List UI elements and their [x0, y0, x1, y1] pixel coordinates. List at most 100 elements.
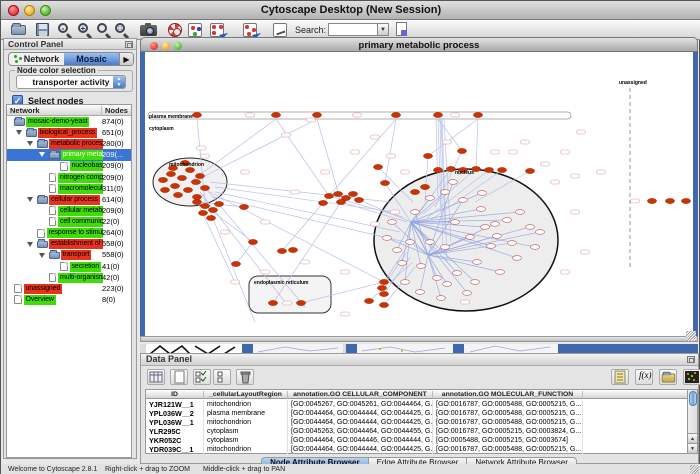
notes-icon[interactable]	[611, 369, 629, 385]
expand-arrow-icon[interactable]	[27, 242, 33, 247]
column-header[interactable]: _cellularLayoutRegion	[204, 391, 288, 399]
group-label: Node color selection	[15, 66, 98, 75]
tab-network[interactable]: Network	[9, 53, 64, 65]
layout-2-icon[interactable]	[242, 22, 259, 38]
tree-row[interactable]: Overview8(0)	[7, 294, 131, 305]
select-attributes-icon[interactable]	[193, 369, 211, 385]
matrix-icon[interactable]	[683, 369, 700, 385]
expand-arrow-icon[interactable]	[27, 197, 33, 202]
open-icon[interactable]	[10, 22, 27, 38]
tree-label[interactable]: establishment of lo	[49, 239, 103, 249]
help-lifesaver-icon[interactable]	[167, 22, 184, 38]
resize-grip-icon[interactable]	[686, 331, 696, 341]
svg-text:unassigned: unassigned	[619, 80, 647, 86]
tree-label[interactable]: secretion	[70, 262, 102, 272]
table-cell: [GO:0045263, GO:0044464, GO:0044455, G..…	[288, 427, 433, 436]
tree-label[interactable]: nucleobase-	[70, 161, 104, 171]
layout-1-icon[interactable]	[209, 22, 226, 38]
zoom-selected-icon[interactable]	[96, 22, 113, 38]
tree-row[interactable]: cellular metabo209(0)	[7, 205, 131, 216]
annotation-icon[interactable]	[272, 22, 289, 38]
float-panel-icon[interactable]	[125, 41, 133, 48]
tree-header[interactable]: Network Nodes	[7, 105, 131, 116]
window-resize-grip[interactable]	[690, 465, 699, 474]
window-titlebar[interactable]: Cytoscape Desktop (New Session)	[1, 1, 700, 20]
import-folder-icon[interactable]	[659, 369, 677, 385]
scrollbar-thumb[interactable]	[689, 391, 697, 406]
zoom-fit-icon[interactable]: □	[114, 22, 131, 38]
tree-row[interactable]: unassigned223(0)	[7, 283, 131, 294]
table-row[interactable]: YPL036W__1mitochondrion[GO:0044464, GO:0…	[146, 418, 687, 427]
tree-row[interactable]: nitrogen compo209(0)	[7, 172, 131, 183]
network-canvas[interactable]: plasma membranecytoplasmmitochondrionnuc…	[140, 52, 698, 336]
expand-arrow-icon[interactable]	[16, 130, 22, 135]
table-scrollbar[interactable]: ▲ ▼	[687, 389, 698, 454]
tree-row[interactable]: cellular process614(0)	[7, 194, 131, 205]
node-count: 280(0)	[102, 139, 124, 149]
expand-arrow-icon[interactable]	[39, 253, 45, 258]
table-cell: [GO:0044464, GO:0044444, GO:0044425, G..…	[288, 409, 433, 418]
delete-attribute-icon[interactable]	[236, 369, 254, 385]
table-row[interactable]: YPL036W__2plasma membrane[GO:0044464, GO…	[146, 409, 687, 418]
zoom-out-icon[interactable]: -	[57, 22, 74, 38]
tree-label[interactable]: unassigned	[24, 284, 63, 294]
table-cell: YJR121W__1	[146, 400, 204, 409]
network-window-titlebar[interactable]: primary metabolic process	[140, 37, 698, 52]
new-attribute-icon[interactable]	[170, 369, 188, 385]
tree-label[interactable]: cell communicat	[58, 217, 103, 227]
tab-overflow-arrow[interactable]: ▶	[119, 53, 133, 65]
search-dropdown-arrow[interactable]: ▼	[378, 23, 389, 36]
status-welcome: Welcome to Cytoscape 2.8.1	[8, 466, 97, 473]
search-config-icon[interactable]	[393, 22, 410, 38]
tree-row[interactable]: nucleobase-209(0)	[7, 161, 131, 172]
tab-mosaic[interactable]: Mosaic	[64, 53, 119, 65]
tree-row[interactable]: biological_process651(0)	[7, 127, 131, 138]
background-windows	[140, 342, 698, 353]
tree-row[interactable]: macromolecule311(0)	[7, 183, 131, 194]
column-header[interactable]: annotation.GO MOLECULAR_FUNCTION	[433, 391, 583, 399]
tree-label[interactable]: response to stimulu	[47, 228, 104, 238]
unselect-attributes-icon[interactable]	[213, 369, 231, 385]
zoom-in-icon[interactable]: +	[77, 22, 94, 38]
tree-label[interactable]: nitrogen compo	[58, 173, 103, 183]
tree-label[interactable]: macromolecule	[58, 184, 103, 194]
tree-label[interactable]: multi-organism pro	[58, 273, 103, 283]
tree-row[interactable]: secretion41(0)	[7, 261, 131, 272]
table-cell: [GO:0016787, GO:0005488, GO:0005215, G..…	[433, 409, 583, 418]
table-row[interactable]: YKR052Ccytoplasm[GO:0044464, GO:0044446,…	[146, 436, 687, 445]
table-cell: cytoplasm	[204, 436, 288, 445]
tree-label[interactable]: mosaic-demo-yeast	[26, 117, 89, 127]
column-header[interactable]: annotation.GO CELLULAR_COMPONENT	[288, 391, 433, 399]
table-row[interactable]: YLR295Ccytoplasm[GO:0045263, GO:0044464,…	[146, 427, 687, 436]
tree-label[interactable]: cellular metabo	[58, 206, 103, 216]
table-row[interactable]: YJR121W__1mitochondrion[GO:0045267, GO:0…	[146, 400, 687, 409]
tree-row[interactable]: multi-organism pro42(0)	[7, 272, 131, 283]
float-data-panel-icon[interactable]	[687, 356, 695, 363]
file-icon	[37, 229, 45, 238]
snapshot-icon[interactable]	[140, 22, 157, 38]
tree-row[interactable]: response to stimulu264(0)	[7, 227, 131, 238]
function-icon[interactable]: f(x)	[635, 369, 653, 385]
vizmapper-icon[interactable]	[187, 22, 204, 38]
save-icon[interactable]	[34, 22, 51, 38]
tree-label[interactable]: primary metabo	[61, 150, 104, 160]
column-header[interactable]: ID	[146, 391, 204, 399]
tree-label[interactable]: cellular process	[49, 195, 100, 205]
tree-label[interactable]: biological_process	[38, 128, 98, 138]
tree-row[interactable]: primary metabo209(...	[7, 149, 131, 160]
expand-arrow-icon[interactable]	[27, 141, 33, 146]
tree-row[interactable]: transport558(0)	[7, 250, 131, 261]
attribute-table-icon[interactable]	[147, 369, 165, 385]
tree-row[interactable]: cell communicat22(0)	[7, 216, 131, 227]
tree-label[interactable]: transport	[61, 250, 92, 260]
tree-row[interactable]: establishment of lo558(0)	[7, 239, 131, 250]
tree-row[interactable]: metabolic process280(0)	[7, 138, 131, 149]
tree-label[interactable]: Overview	[24, 295, 56, 305]
search-input[interactable]	[328, 23, 378, 36]
color-attribute-dropdown[interactable]: transporter activity▲▼	[16, 75, 126, 89]
attribute-table-header[interactable]: ID_cellularLayoutRegionannotation.GO CEL…	[146, 390, 687, 399]
expand-arrow-icon[interactable]	[39, 152, 45, 157]
tree-label[interactable]: metabolic process	[49, 139, 103, 149]
tree-row[interactable]: mosaic-demo-yeast874(0)	[7, 116, 131, 127]
scroll-up-icon[interactable]: ▲	[688, 433, 697, 443]
